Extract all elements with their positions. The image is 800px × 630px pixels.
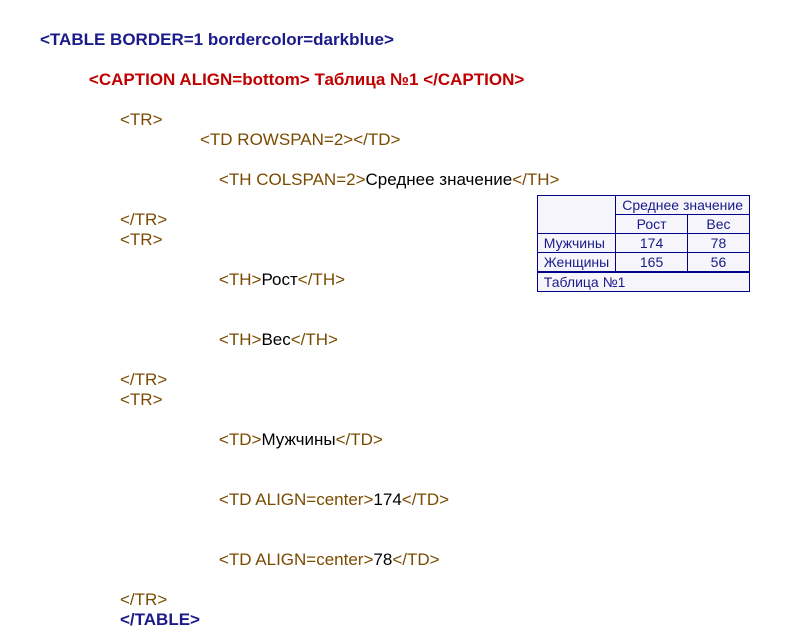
code-text: Рост: [261, 270, 297, 289]
table-header-span: Среднее значение: [616, 196, 750, 215]
code-line: <TABLE BORDER=1 bordercolor=darkblue>: [40, 30, 394, 49]
code-tag: </TR>: [120, 210, 167, 229]
code-tag: <TR>: [120, 110, 163, 129]
table-caption: Таблица №1: [537, 272, 750, 292]
code-tag: </CAPTION>: [423, 70, 524, 89]
table-cell: Женщины: [537, 253, 615, 272]
table-header: Вес: [687, 215, 749, 234]
code-text: 78: [373, 550, 392, 569]
table-row: Мужчины 174 78: [537, 234, 749, 253]
table-cell: 78: [687, 234, 749, 253]
table-cell: 174: [616, 234, 688, 253]
code-tag: </TD>: [392, 550, 439, 569]
table-cell: 56: [687, 253, 749, 272]
code-tag: </TH>: [512, 170, 559, 189]
table-header: Рост: [616, 215, 688, 234]
code-tag: </TR>: [120, 370, 167, 389]
code-tag: </TH>: [291, 330, 338, 349]
code-tag: <TH>: [219, 330, 262, 349]
code-text: Среднее значение: [366, 170, 513, 189]
code-tag: <TH>: [219, 270, 262, 289]
code-tag: <TH COLSPAN=2>: [219, 170, 366, 189]
code-tag: </TD>: [336, 430, 383, 449]
code-tag: <CAPTION ALIGN=bottom>: [89, 70, 310, 89]
table-cell: Мужчины: [537, 234, 615, 253]
code-listing: <TABLE BORDER=1 bordercolor=darkblue> <C…: [40, 30, 760, 630]
table-cell-empty: [537, 196, 615, 234]
code-tag: </TH>: [298, 270, 345, 289]
code-text: Вес: [261, 330, 290, 349]
code-tag: </TABLE>: [120, 610, 200, 629]
code-tag: <TD ALIGN=center>: [219, 490, 374, 509]
code-tag: <TD>: [219, 430, 262, 449]
code-text: Мужчины: [261, 430, 335, 449]
code-tag: <TR>: [120, 230, 163, 249]
code-text: Таблица №1: [310, 70, 423, 89]
code-tag: </TD>: [402, 490, 449, 509]
code-text: 174: [373, 490, 401, 509]
table-row: Среднее значение: [537, 196, 749, 215]
code-tag: <TD ALIGN=center>: [219, 550, 374, 569]
table-cell: 165: [616, 253, 688, 272]
rendered-table: Таблица №1 Среднее значение Рост Вес Муж…: [537, 195, 750, 292]
code-tag: <TD ROWSPAN=2></TD>: [200, 130, 400, 149]
table-row: Женщины 165 56: [537, 253, 749, 272]
code-tag: <TR>: [120, 390, 163, 409]
